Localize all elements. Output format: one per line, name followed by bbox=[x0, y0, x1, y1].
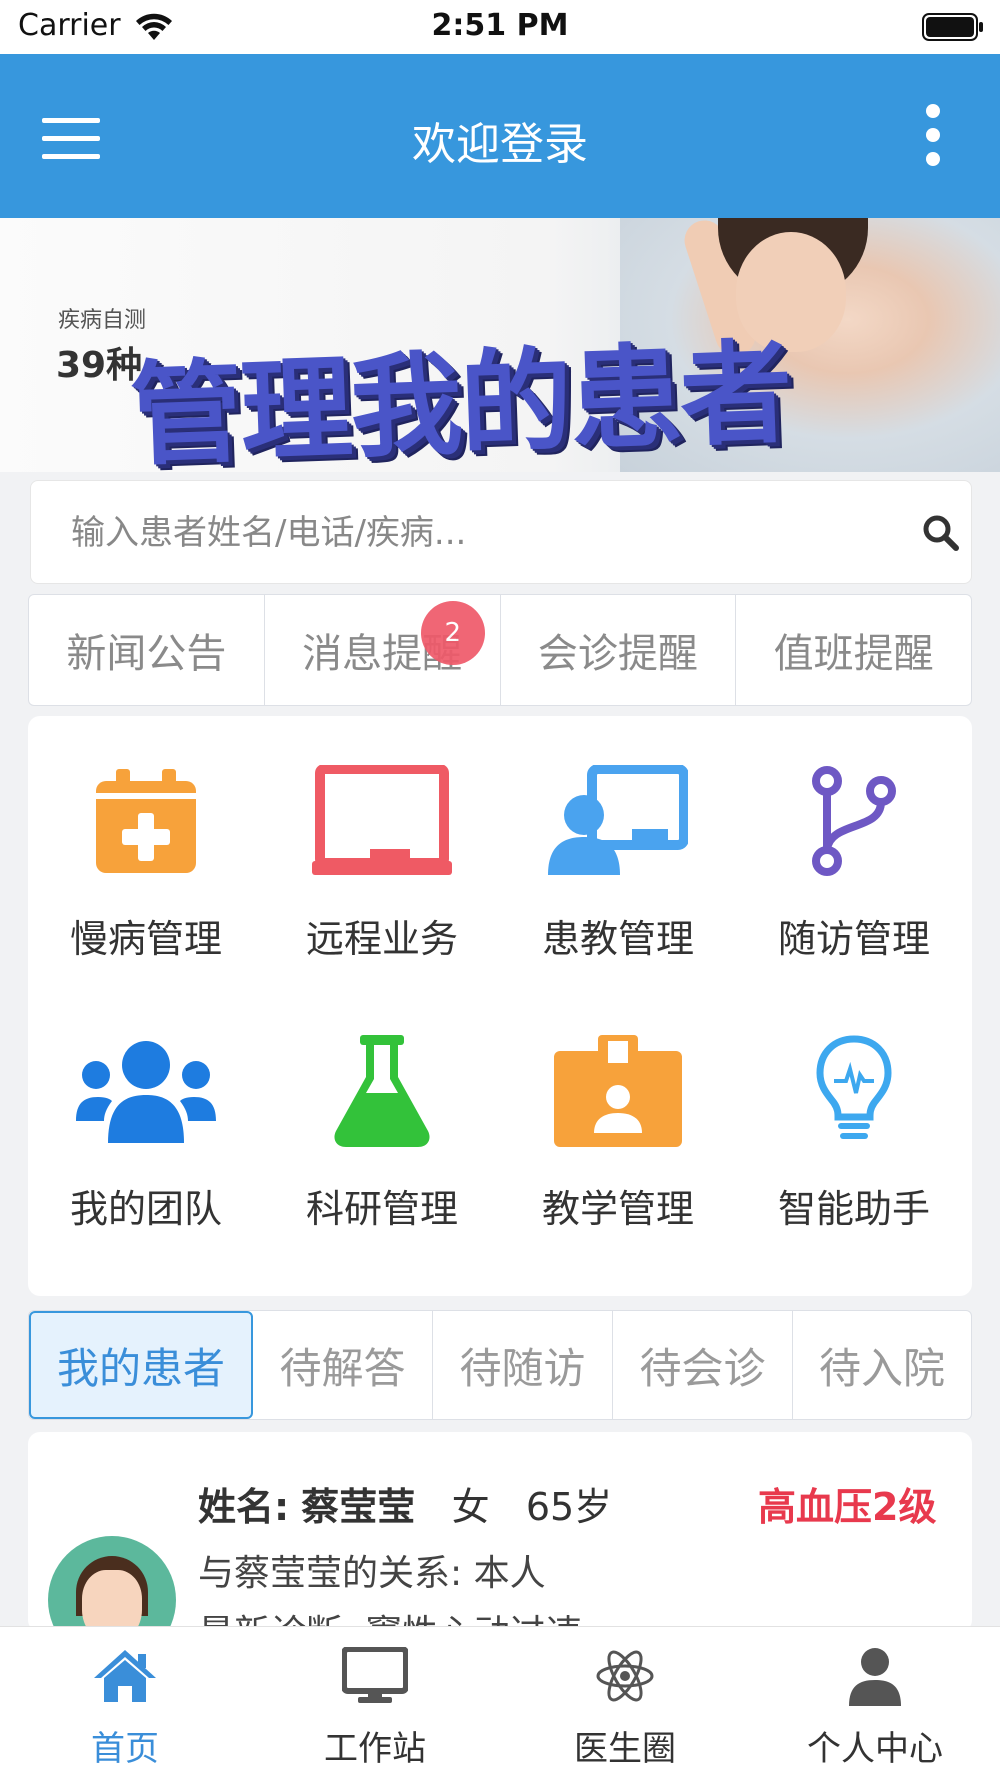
tab-label: 工作站 bbox=[324, 1729, 426, 1769]
relation-label: 与蔡莹莹的关系: bbox=[198, 1553, 463, 1594]
feature-label: 我的团队 bbox=[69, 1187, 222, 1231]
feature-remote-service[interactable]: 远程业务 bbox=[264, 736, 500, 1006]
page-title: 欢迎登录 bbox=[412, 119, 588, 170]
feature-label: 随访管理 bbox=[777, 917, 930, 961]
tab-pending-follow-up[interactable]: 待随访 bbox=[433, 1311, 613, 1419]
person-icon bbox=[840, 1643, 910, 1709]
tab-label: 新闻公告 bbox=[66, 631, 227, 677]
search-input[interactable] bbox=[71, 511, 851, 555]
badge-icon bbox=[548, 1026, 688, 1156]
battery-icon bbox=[922, 13, 983, 41]
tab-news[interactable]: 新闻公告 bbox=[29, 595, 265, 705]
tab-consultation[interactable]: 会诊提醒 bbox=[501, 595, 737, 705]
banner-headline: 管理我的患者 bbox=[128, 328, 793, 472]
calendar-plus-icon bbox=[76, 756, 216, 886]
branch-icon bbox=[784, 756, 924, 886]
name-label: 姓名: bbox=[198, 1485, 290, 1529]
tab-label: 我的患者 bbox=[56, 1343, 225, 1393]
user-screen-icon bbox=[548, 756, 688, 886]
team-icon bbox=[76, 1026, 216, 1156]
tab-pending-admission[interactable]: 待入院 bbox=[793, 1311, 971, 1419]
tab-label: 个人中心 bbox=[807, 1729, 943, 1769]
tab-pending-answer[interactable]: 待解答 bbox=[253, 1311, 433, 1419]
feature-chronic-disease[interactable]: 慢病管理 bbox=[28, 736, 264, 1006]
tab-messages[interactable]: 消息提醒 2 bbox=[265, 595, 501, 705]
feature-label: 智能助手 bbox=[777, 1187, 930, 1231]
tab-profile[interactable]: 个人中心 bbox=[750, 1627, 1000, 1778]
flask-icon bbox=[312, 1026, 452, 1156]
feature-card: 慢病管理 远程业务 患教管理 随访管理 我的团队 科研管理 教学管理 智能助手 bbox=[28, 716, 972, 1296]
tab-label: 待解答 bbox=[279, 1343, 406, 1393]
feature-label: 教学管理 bbox=[541, 1187, 694, 1231]
nav-bar: 欢迎登录 bbox=[0, 54, 1000, 218]
tab-label: 医生圈 bbox=[574, 1729, 676, 1769]
tab-pending-consultation[interactable]: 待会诊 bbox=[613, 1311, 793, 1419]
search-bar bbox=[30, 480, 972, 584]
feature-label: 科研管理 bbox=[305, 1187, 458, 1231]
lightbulb-icon bbox=[784, 1026, 924, 1156]
tab-label: 待会诊 bbox=[639, 1343, 766, 1393]
tab-label: 待入院 bbox=[818, 1343, 945, 1393]
status-bar: Carrier 2:51 PM bbox=[0, 0, 1000, 54]
patient-tabs: 我的患者 待解答 待随访 待会诊 待入院 bbox=[28, 1310, 972, 1420]
desktop-icon bbox=[340, 1643, 410, 1709]
tab-label: 首页 bbox=[91, 1729, 159, 1769]
patient-card[interactable]: 姓名: 蔡莹莹 女 65岁 高血压2级 与蔡莹莹的关系: 本人 最新诊断: 窦性… bbox=[28, 1432, 972, 1632]
tab-home[interactable]: 首页 bbox=[0, 1627, 250, 1778]
notice-tabs: 新闻公告 消息提醒 2 会诊提醒 值班提醒 bbox=[28, 594, 972, 706]
tab-label: 待随访 bbox=[459, 1343, 586, 1393]
home-icon bbox=[90, 1643, 160, 1709]
unread-badge: 2 bbox=[420, 601, 485, 665]
tab-duty[interactable]: 值班提醒 bbox=[736, 595, 971, 705]
diagnosis-tag: 高血压2级 bbox=[758, 1485, 937, 1529]
bottom-tab-bar: 首页 工作站 医生圈 个人中心 bbox=[0, 1626, 1000, 1778]
more-icon[interactable] bbox=[920, 104, 944, 170]
feature-label: 远程业务 bbox=[305, 917, 458, 961]
atom-icon bbox=[590, 1643, 660, 1709]
clock: 2:51 PM bbox=[431, 8, 569, 43]
feature-patient-education[interactable]: 患教管理 bbox=[500, 736, 736, 1006]
tab-label: 值班提醒 bbox=[773, 631, 934, 677]
feature-research[interactable]: 科研管理 bbox=[264, 1006, 500, 1276]
relation-value: 本人 bbox=[473, 1553, 546, 1594]
avatar bbox=[48, 1536, 176, 1632]
tab-label: 会诊提醒 bbox=[537, 631, 698, 677]
banner[interactable]: 疾病自测 39种 管理我的患者 bbox=[0, 218, 1000, 472]
monitor-icon bbox=[312, 756, 452, 886]
tab-my-patients[interactable]: 我的患者 bbox=[29, 1311, 253, 1419]
avatar-face bbox=[82, 1570, 142, 1632]
feature-my-team[interactable]: 我的团队 bbox=[28, 1006, 264, 1276]
feature-label: 慢病管理 bbox=[69, 917, 222, 961]
search-icon[interactable] bbox=[921, 513, 961, 553]
patient-age: 65岁 bbox=[525, 1485, 613, 1529]
patient-gender: 女 bbox=[451, 1485, 490, 1529]
feature-teaching[interactable]: 教学管理 bbox=[500, 1006, 736, 1276]
patient-summary: 姓名: 蔡莹莹 女 65岁 bbox=[198, 1476, 612, 1531]
feature-follow-up[interactable]: 随访管理 bbox=[736, 736, 972, 1006]
feature-grid: 慢病管理 远程业务 患教管理 随访管理 我的团队 科研管理 教学管理 智能助手 bbox=[28, 716, 972, 1296]
patient-name: 蔡莹莹 bbox=[301, 1485, 416, 1529]
tab-doctor-circle[interactable]: 医生圈 bbox=[500, 1627, 750, 1778]
patient-relation: 与蔡莹莹的关系: 本人 bbox=[198, 1544, 546, 1596]
feature-label: 患教管理 bbox=[541, 917, 694, 961]
feature-smart-assistant[interactable]: 智能助手 bbox=[736, 1006, 972, 1276]
tab-workstation[interactable]: 工作站 bbox=[250, 1627, 500, 1778]
